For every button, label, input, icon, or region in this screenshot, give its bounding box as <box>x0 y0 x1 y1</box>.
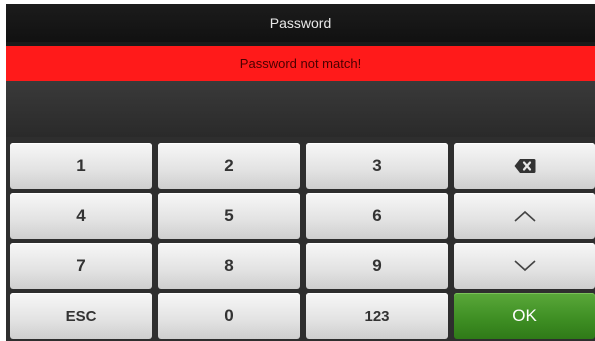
key-5[interactable]: 5 <box>158 193 300 239</box>
backspace-button[interactable] <box>454 143 595 189</box>
password-input[interactable] <box>6 81 595 137</box>
ok-label: OK <box>512 306 537 325</box>
key-2[interactable]: 2 <box>158 143 300 189</box>
key-8-label: 8 <box>224 256 234 275</box>
key-4-label: 4 <box>76 206 86 225</box>
input-mode-label: 123 <box>364 307 390 325</box>
key-8[interactable]: 8 <box>158 243 300 289</box>
backspace-icon <box>514 158 536 174</box>
arrow-up-icon <box>513 209 537 223</box>
esc-label: ESC <box>65 307 97 325</box>
key-3-label: 3 <box>372 156 382 175</box>
key-5-label: 5 <box>224 206 234 225</box>
arrow-down-icon <box>513 259 537 273</box>
key-9[interactable]: 9 <box>306 243 448 289</box>
key-9-label: 9 <box>372 256 382 275</box>
key-3[interactable]: 3 <box>306 143 448 189</box>
down-button[interactable] <box>454 243 595 289</box>
device-screen: Password Password not match! 1 2 3 4 5 6 <box>6 4 595 341</box>
title-bar: Password <box>6 4 595 42</box>
key-4[interactable]: 4 <box>10 193 152 239</box>
key-2-label: 2 <box>224 156 234 175</box>
key-0-label: 0 <box>224 306 234 325</box>
key-7[interactable]: 7 <box>10 243 152 289</box>
error-message: Password not match! <box>239 56 362 71</box>
up-button[interactable] <box>454 193 595 239</box>
input-mode-button[interactable]: 123 <box>306 293 448 339</box>
key-6[interactable]: 6 <box>306 193 448 239</box>
page-title: Password <box>269 15 332 31</box>
ok-button[interactable]: OK <box>454 293 595 339</box>
error-banner: Password not match! <box>6 46 595 81</box>
key-0[interactable]: 0 <box>158 293 300 339</box>
esc-button[interactable]: ESC <box>10 293 152 339</box>
key-7-label: 7 <box>76 256 86 275</box>
key-6-label: 6 <box>372 206 382 225</box>
keypad: 1 2 3 4 5 6 7 8 9 ESC 0 123 OK <box>6 137 595 341</box>
key-1-label: 1 <box>76 156 86 175</box>
key-1[interactable]: 1 <box>10 143 152 189</box>
